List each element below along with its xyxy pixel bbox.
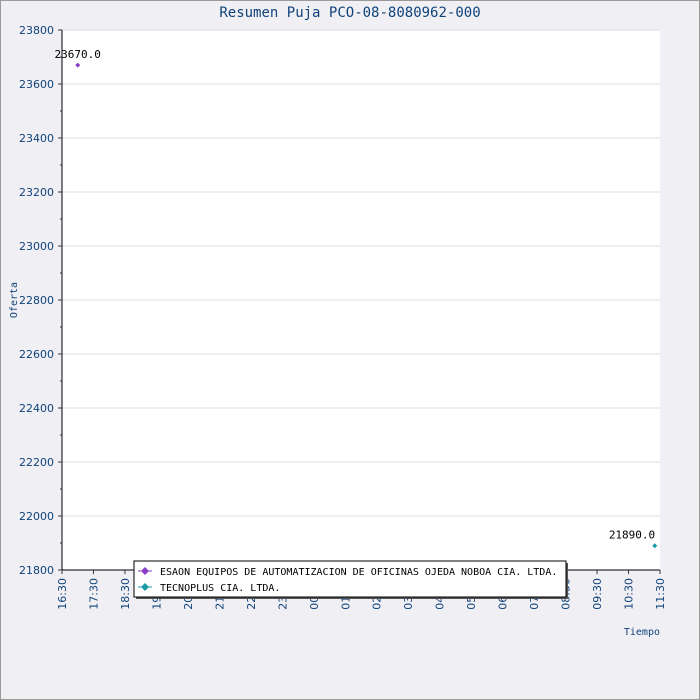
y-tick-label: 21800 (19, 564, 54, 577)
data-label: 21890.0 (609, 529, 655, 542)
legend: ESAON EQUIPOS DE AUTOMATIZACION DE OFICI… (133, 560, 568, 599)
y-axis-title: Oferta (9, 282, 20, 318)
y-tick-label: 23400 (19, 132, 54, 145)
y-tick-label: 22200 (19, 456, 54, 469)
x-tick-label: 10:30 (623, 578, 636, 610)
y-tick-label: 23000 (19, 240, 54, 253)
chart-canvas: Resumen Puja PCO-08-8080962-000 21800 220… (9, 5, 667, 638)
y-tick-label: 22400 (19, 402, 54, 415)
y-tick-label: 23600 (19, 78, 54, 91)
y-tick-label: 22000 (19, 510, 54, 523)
y-tick-label: 23200 (19, 186, 54, 199)
data-label: 23670.0 (55, 48, 101, 61)
chart-title: Resumen Puja PCO-08-8080962-000 (219, 5, 480, 21)
x-tick-label: 11:30 (654, 578, 667, 610)
x-tick-label: 17:30 (87, 578, 100, 610)
y-tick-label: 22800 (19, 294, 54, 307)
x-axis-title: Tiempo (624, 627, 660, 638)
x-tick-label: 16:30 (56, 578, 69, 610)
legend-label: TECNOPLUS CIA. LTDA. (160, 583, 280, 594)
y-axis-ticks: 21800 22000 22200 22400 22600 22800 23000 23200… (19, 24, 62, 577)
legend-label: ESAON EQUIPOS DE AUTOMATIZACION DE OFICI… (160, 567, 557, 578)
y-tick-label: 22600 (19, 348, 54, 361)
x-tick-label: 18:30 (119, 578, 132, 610)
y-tick-label: 23800 (19, 24, 54, 37)
x-tick-label: 09:30 (591, 578, 604, 610)
